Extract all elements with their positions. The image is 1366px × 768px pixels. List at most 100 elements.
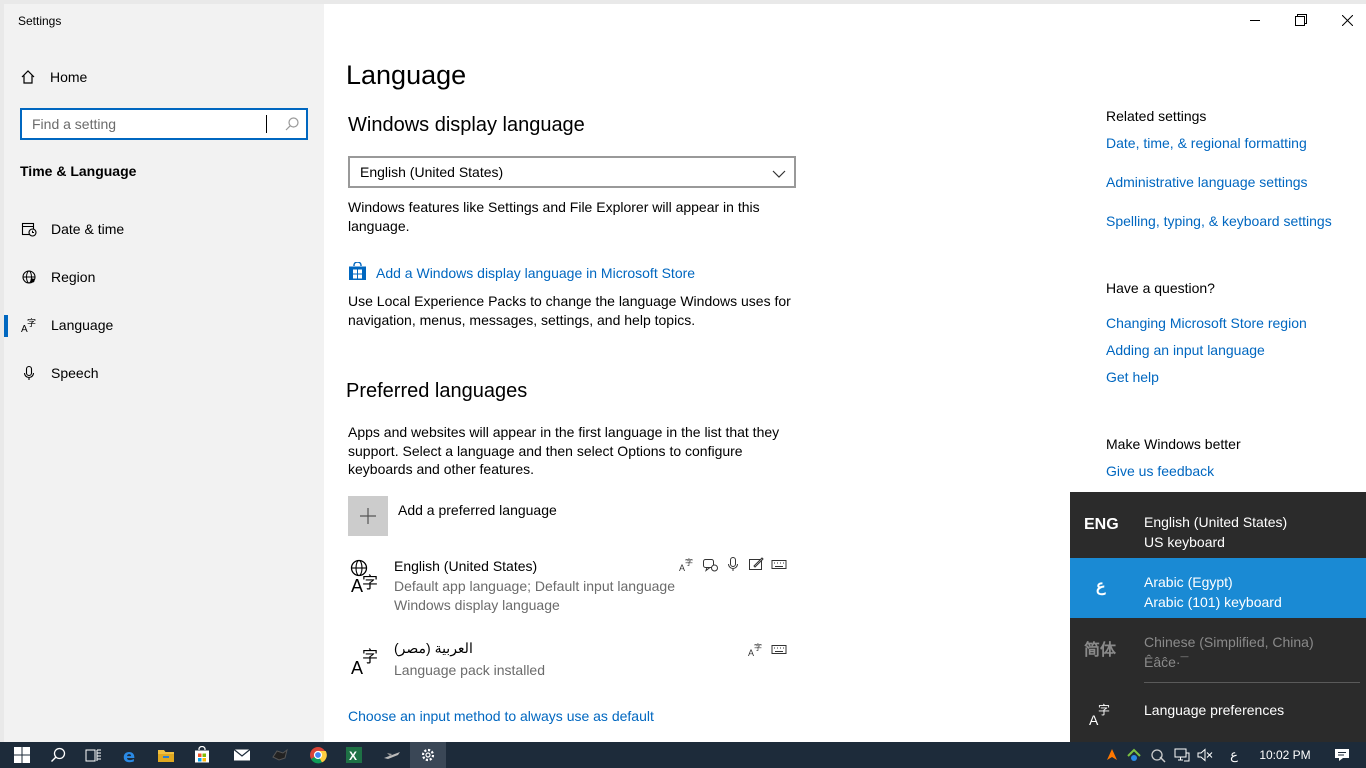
folder-icon [158, 750, 174, 762]
regional-formatting-link[interactable]: Date, time, & regional formatting [1106, 135, 1307, 151]
svg-text:字: 字 [1098, 702, 1110, 717]
main-content: Language Windows display language Englis… [324, 4, 1084, 742]
language-name: English (United States) [1144, 514, 1288, 530]
language-features: A字 [679, 556, 787, 572]
feedback-link[interactable]: Give us feedback [1106, 463, 1214, 479]
date-time-icon [20, 221, 38, 237]
dropdown-value: English (United States) [360, 164, 504, 180]
search-input[interactable] [22, 110, 272, 138]
store-region-help-link[interactable]: Changing Microsoft Store region [1106, 315, 1307, 331]
start-button[interactable] [4, 742, 40, 768]
language-pack-feature-icon: A字 [679, 556, 695, 572]
keyboard-name: Êâĉe·¯ [1144, 654, 1189, 670]
handwriting-feature-icon [748, 556, 764, 572]
text-cursor [266, 115, 267, 133]
mail-icon [233, 749, 251, 761]
search-icon[interactable] [284, 116, 300, 137]
keyboard-name: Arabic (101) keyboard [1144, 594, 1282, 610]
lxp-description: Use Local Experience Packs to change the… [348, 293, 791, 328]
speech-feature-icon [702, 556, 718, 572]
plane-icon [384, 752, 400, 759]
sidebar-item-language[interactable]: A字 Language [4, 307, 324, 343]
default-input-method-link[interactable]: Choose an input method to always use as … [348, 708, 654, 724]
language-status-2: Windows display language [394, 597, 560, 613]
notification-icon[interactable] [1318, 748, 1366, 762]
close-button[interactable] [1324, 4, 1366, 36]
app-icon [272, 748, 288, 761]
excel-taskbar-button[interactable]: X [336, 742, 372, 768]
excel-icon: X [346, 747, 362, 763]
network-icon[interactable] [1170, 748, 1194, 762]
globe-icon [20, 269, 38, 285]
system-tray: ع 10:02 PM [1102, 742, 1366, 768]
language-name: العربية (مصر) [394, 640, 473, 656]
flyout-item-english[interactable]: ENG English (United States) US keyboard [1070, 498, 1366, 558]
admin-language-settings-link[interactable]: Administrative language settings [1106, 174, 1308, 190]
file-explorer-taskbar-button[interactable] [148, 742, 184, 768]
restore-button[interactable] [1278, 4, 1324, 36]
sidebar-item-label: Language [51, 317, 114, 333]
minimize-button[interactable] [1232, 4, 1278, 36]
task-view-icon [85, 749, 101, 762]
language-name: Chinese (Simplified, China) [1144, 634, 1314, 650]
home-label: Home [50, 69, 88, 85]
language-icon: A字 [348, 640, 384, 678]
spelling-typing-keyboard-link[interactable]: Spelling, typing, & keyboard settings [1106, 213, 1332, 229]
keyboard-feature-icon [771, 641, 787, 657]
sidebar-item-date-time[interactable]: Date & time [4, 211, 324, 247]
svg-text:字: 字 [362, 647, 378, 666]
search-box[interactable] [20, 108, 308, 140]
language-row-arabic[interactable]: A字 العربية (مصر) Language pack installed… [348, 640, 793, 680]
store-icon [195, 746, 209, 763]
search-taskbar-button[interactable] [40, 742, 76, 768]
sidebar-item-speech[interactable]: Speech [4, 355, 324, 391]
store-link[interactable]: Add a Windows display language in Micros… [348, 261, 696, 284]
add-language-button[interactable]: Add a preferred language [348, 496, 557, 536]
plus-icon [348, 496, 388, 536]
language-features: A字 [748, 641, 787, 657]
chrome-taskbar-button[interactable] [300, 742, 336, 768]
related-settings-heading: Related settings [1106, 108, 1207, 124]
language-pack-icon: A字 [348, 558, 384, 596]
flyout-item-arabic[interactable]: ع Arabic (Egypt) Arabic (101) keyboard [1070, 558, 1366, 618]
clock[interactable]: 10:02 PM [1252, 748, 1318, 762]
language-preferences-label: Language preferences [1144, 702, 1285, 718]
tray-app-icon[interactable] [1146, 747, 1170, 763]
language-row-english[interactable]: A字 English (United States) Default app l… [348, 556, 793, 618]
feedback-heading: Make Windows better [1106, 436, 1241, 452]
language-pack-feature-icon: A字 [748, 641, 764, 657]
sidebar-item-label: Date & time [51, 221, 125, 237]
sidebar-item-region[interactable]: Region [4, 259, 324, 295]
language-preferences-item[interactable]: A字 Language preferences [1070, 692, 1366, 736]
svg-text:X: X [349, 749, 357, 763]
store-link-label: Add a Windows display language in Micros… [376, 265, 696, 281]
question-heading: Have a question? [1106, 280, 1215, 296]
input-indicator[interactable]: ع [1216, 747, 1252, 763]
windows-icon [14, 747, 30, 763]
input-language-help-link[interactable]: Adding an input language [1106, 342, 1265, 358]
mail-taskbar-button[interactable] [224, 742, 260, 768]
game-app-taskbar-button[interactable] [262, 742, 298, 768]
home-nav-item[interactable]: Home [20, 66, 87, 88]
svg-text:e: e [123, 746, 135, 764]
flyout-divider [1144, 682, 1360, 683]
network-app-icon[interactable] [1122, 747, 1146, 763]
task-view-button[interactable] [76, 742, 112, 768]
store-taskbar-button[interactable] [184, 742, 220, 768]
get-help-link[interactable]: Get help [1106, 369, 1159, 385]
app-taskbar-button[interactable] [374, 742, 410, 768]
home-icon [20, 69, 38, 85]
sidebar-item-label: Speech [51, 365, 99, 381]
avast-icon[interactable] [1102, 747, 1122, 763]
search-icon [51, 747, 66, 762]
display-language-heading: Windows display language [348, 114, 585, 136]
settings-taskbar-button[interactable] [410, 742, 446, 768]
microphone-feature-icon [725, 556, 741, 572]
flyout-item-chinese[interactable]: 简体 Chinese (Simplified, China) Êâĉe·¯ [1070, 618, 1366, 678]
language-code: ENG [1084, 516, 1119, 533]
display-language-dropdown[interactable]: English (United States) [348, 156, 796, 188]
edge-taskbar-button[interactable]: e [112, 742, 148, 768]
volume-muted-icon[interactable] [1194, 748, 1216, 762]
sidebar-item-label: Region [51, 269, 96, 285]
keyboard-feature-icon [771, 556, 787, 572]
